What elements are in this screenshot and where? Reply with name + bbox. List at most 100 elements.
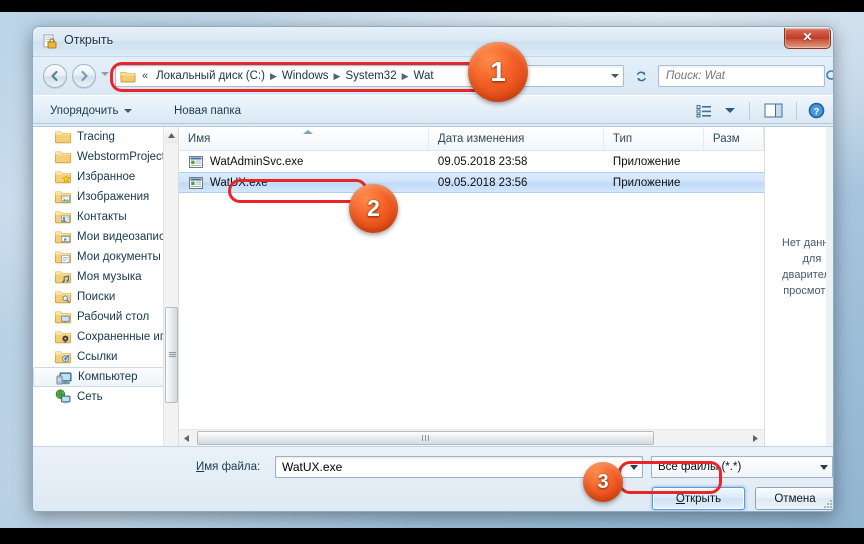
column-header-type[interactable]: Тип	[604, 127, 704, 151]
back-arrow-icon	[51, 70, 58, 82]
scroll-left-button[interactable]	[179, 430, 195, 447]
preview-pane-icon	[764, 103, 782, 118]
organize-button[interactable]: Упорядочить	[41, 96, 141, 125]
breadcrumb-overflow-chevrons[interactable]: «	[142, 70, 148, 82]
preview-pane-button[interactable]	[756, 100, 790, 122]
help-button[interactable]: ?	[803, 100, 829, 122]
network-icon	[55, 389, 71, 405]
address-bar[interactable]: « Локальный диск (C:) ▶ Windows ▶ System…	[115, 65, 624, 87]
sidebar-item-7[interactable]: Моя музыка	[33, 267, 178, 287]
breadcrumb-item-3[interactable]: Wat	[411, 69, 437, 83]
sidebar-item-label: Tracing	[77, 131, 115, 143]
scroll-right-button[interactable]	[748, 430, 764, 447]
column-header-date[interactable]: Дата изменения	[429, 127, 604, 151]
folder-icon	[120, 69, 136, 83]
open-button[interactable]: Открыть	[652, 487, 745, 510]
table-row[interactable]: WatUX.exe 09.05.2018 23:56 Приложение	[178, 172, 764, 193]
screenshot-top-border	[0, 0, 864, 12]
file-type-filter-dropdown-button[interactable]	[815, 457, 832, 477]
sidebar-item-label: Мои документы	[77, 251, 161, 263]
dialog-content: Tracing WebstormProjects Избранное Изображе…	[33, 126, 833, 447]
address-dropdown-button[interactable]	[606, 66, 623, 86]
resize-grip-icon[interactable]	[821, 498, 833, 510]
breadcrumb-separator-icon[interactable]: ▶	[270, 71, 277, 82]
pictures-folder-icon	[55, 189, 71, 205]
search-box[interactable]	[658, 65, 833, 87]
file-list-rows: WatAdminSvc.exe 09.05.2018 23:58 Приложени…	[178, 151, 764, 446]
exe-file-icon	[188, 175, 204, 191]
file-list-horizontal-scrollbar[interactable]	[178, 429, 764, 447]
desktop-folder-icon	[55, 309, 71, 325]
file-name-label: WatUX.exe	[209, 176, 268, 189]
horizontal-scroll-track[interactable]	[195, 430, 748, 447]
sidebar-item-label: Компьютер	[78, 371, 138, 383]
open-button-rest: ткрыть	[684, 492, 722, 505]
file-type-filter-value: Все файлы (*.*)	[658, 461, 742, 473]
callout-badge-3-number: 3	[597, 470, 609, 493]
search-input[interactable]	[659, 70, 822, 82]
breadcrumb-item-0[interactable]: Локальный диск (C:)	[153, 69, 268, 83]
dialog-footer: Имя файла: Все файлы (*.*) Открыть Отмен…	[33, 446, 833, 511]
file-type-filter-combobox[interactable]: Все файлы (*.*)	[651, 456, 833, 478]
breadcrumb-item-2[interactable]: System32	[342, 69, 399, 83]
recent-locations-dropdown[interactable]	[101, 72, 109, 76]
sidebar-item-9[interactable]: Рабочий стол	[33, 307, 178, 327]
back-button[interactable]	[43, 64, 67, 88]
sidebar-item-2[interactable]: Избранное	[33, 167, 178, 187]
refresh-button[interactable]	[629, 65, 653, 87]
command-bar: Упорядочить Новая папка ?	[33, 95, 833, 124]
preview-pane-scrollbar[interactable]	[826, 127, 833, 446]
breadcrumb-item-1[interactable]: Windows	[279, 69, 332, 83]
view-mode-dropdown[interactable]	[717, 100, 743, 122]
callout-badge-3: 3	[583, 462, 623, 502]
sidebar-item-8[interactable]: Поиски	[33, 287, 178, 307]
navigation-pane-scrollbar[interactable]	[162, 127, 178, 446]
sidebar-item-13[interactable]: Сеть	[33, 387, 178, 407]
forward-button[interactable]	[72, 64, 96, 88]
search-icon	[822, 69, 833, 83]
sidebar-item-label: Контакты	[77, 211, 127, 223]
saved-games-folder-icon	[55, 329, 71, 345]
preview-line-1: Нет данных	[781, 237, 833, 249]
chevron-down-icon	[124, 108, 133, 113]
filename-label: Имя файла:	[196, 461, 260, 473]
file-date-cell: 09.05.2018 23:56	[437, 176, 528, 189]
scrollbar-thumb[interactable]	[164, 307, 178, 403]
command-bar-right-group: ?	[691, 96, 829, 125]
filename-input[interactable]	[276, 460, 625, 474]
new-folder-button[interactable]: Новая папка	[165, 96, 250, 125]
sidebar-item-1[interactable]: WebstormProjects	[33, 147, 178, 167]
sidebar-item-label: Сеть	[77, 391, 103, 403]
sidebar-item-0[interactable]: Tracing	[33, 127, 178, 147]
sidebar-item-3[interactable]: Изображения	[33, 187, 178, 207]
column-header-name[interactable]: Имя	[179, 127, 429, 151]
preview-line-3: двaрительн	[782, 269, 833, 281]
column-header-size[interactable]: Разм	[704, 127, 764, 151]
breadcrumb-separator-icon[interactable]: ▶	[402, 71, 409, 82]
filename-dropdown-button[interactable]	[625, 457, 642, 477]
sidebar-item-label: Ссылки	[77, 351, 118, 363]
filename-label-rest: мя файла:	[204, 461, 261, 473]
toolbar-divider	[749, 101, 750, 120]
sidebar-item-11[interactable]: Ссылки	[33, 347, 178, 367]
view-mode-button[interactable]	[691, 100, 717, 122]
sidebar-item-6[interactable]: Мои документы	[33, 247, 178, 267]
breadcrumb-separator-icon[interactable]: ▶	[334, 71, 341, 82]
scroll-up-button[interactable]	[163, 127, 178, 143]
breadcrumb: « Локальный диск (C:) ▶ Windows ▶ System…	[116, 69, 606, 83]
sidebar-item-label: Изображения	[77, 191, 150, 203]
table-row[interactable]: WatAdminSvc.exe 09.05.2018 23:58 Приложени…	[179, 151, 764, 172]
column-header-type-label: Тип	[612, 133, 633, 145]
column-header-date-label: Дата изменения	[437, 133, 525, 145]
sidebar-item-4[interactable]: Контакты	[33, 207, 178, 227]
sidebar-item-label: Избранное	[77, 171, 136, 183]
scrollbar-grip-icon	[421, 434, 429, 441]
sidebar-item-10[interactable]: Сохраненные игры	[33, 327, 178, 347]
close-button[interactable]: ✕	[784, 28, 831, 49]
open-button-accesskey: О	[675, 492, 685, 505]
sidebar-item-12[interactable]: Компьютер	[33, 367, 178, 387]
horizontal-scrollbar-thumb[interactable]	[196, 430, 654, 445]
folder-icon	[55, 149, 71, 165]
title-bar: Открыть ✕	[33, 27, 833, 57]
sidebar-item-5[interactable]: Мои видеозаписи	[33, 227, 178, 247]
